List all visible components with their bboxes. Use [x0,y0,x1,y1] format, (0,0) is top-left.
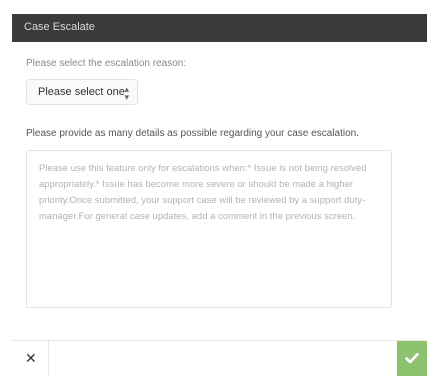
escalation-details-textarea[interactable] [26,150,392,308]
dialog-footer: ✕ [12,340,427,376]
dialog-titlebar: Case Escalate [12,14,427,42]
escalation-reason-select[interactable]: Please select one ▴ ▾ [26,79,138,105]
case-escalate-dialog: Case Escalate Please select the escalati… [0,0,427,376]
select-updown-icon: ▴ ▾ [124,84,129,102]
check-icon [405,352,419,364]
select-value: Please select one [38,86,125,98]
close-icon: ✕ [25,350,37,366]
submit-button[interactable] [397,341,427,376]
details-prompt: Please provide as many details as possib… [26,128,359,139]
reason-prompt: Please select the escalation reason: [26,58,187,69]
dialog-title: Case Escalate [24,21,95,33]
close-button[interactable]: ✕ [12,341,48,376]
footer-divider [48,341,49,376]
